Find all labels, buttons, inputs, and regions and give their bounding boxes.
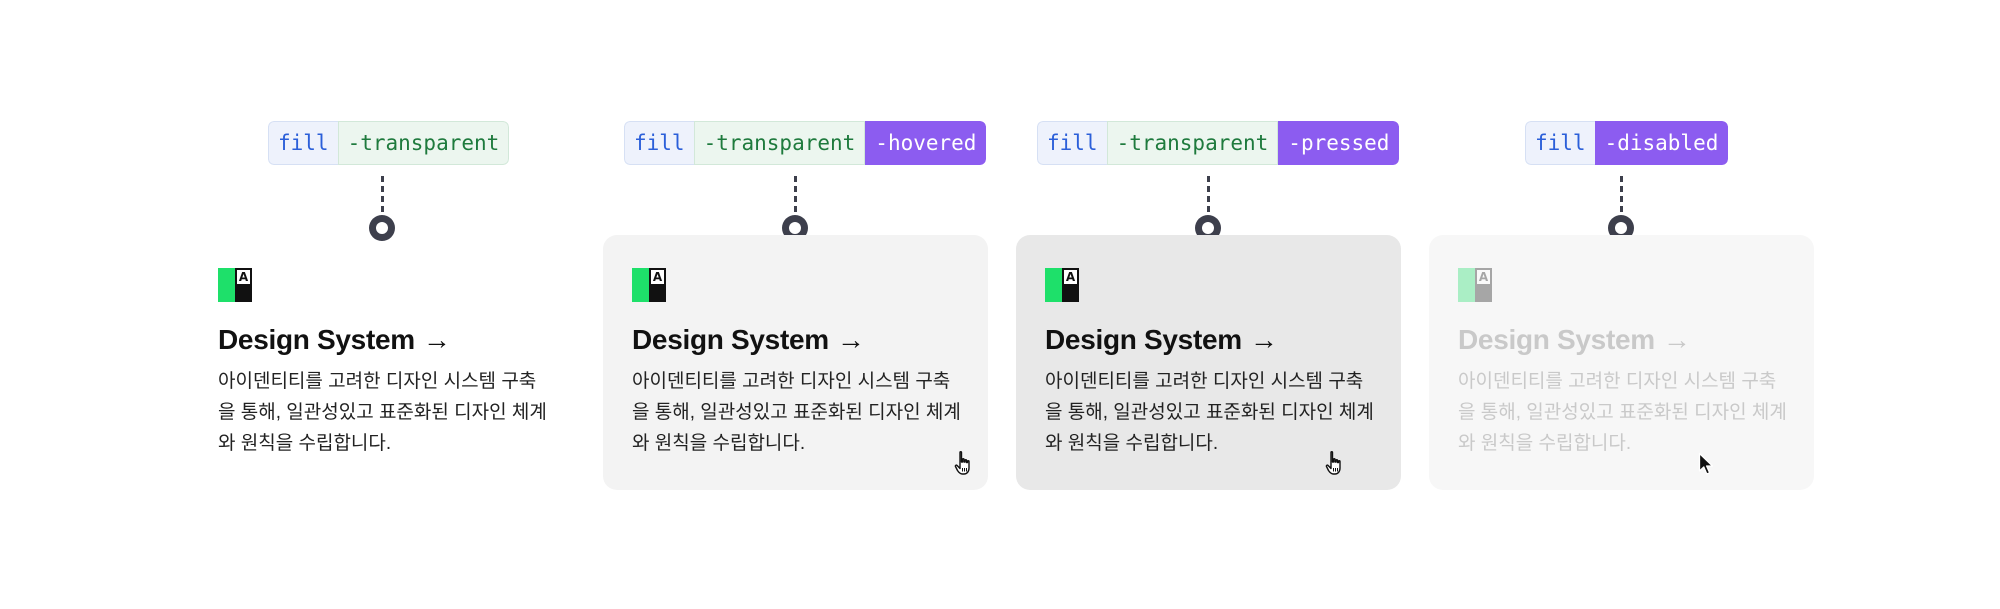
design-system-logo-icon: A (1045, 268, 1079, 302)
token-fill: fill (1525, 121, 1595, 165)
card-pressed[interactable]: A Design System → 아이덴티티를 고려한 디자인 시스템 구축을 … (1016, 235, 1401, 490)
card-title: Design System → (1045, 322, 1278, 358)
token-tag: fill -transparent -pressed (1037, 121, 1400, 165)
token-state: -pressed (1278, 121, 1400, 165)
card-title: Design System → (632, 322, 865, 358)
hand-pointer-icon (1325, 450, 1341, 475)
token-tag: fill -disabled (1525, 121, 1729, 165)
card-hovered[interactable]: A Design System → 아이덴티티를 고려한 디자인 시스템 구축을 … (603, 235, 988, 490)
token-fill: fill (624, 121, 694, 165)
card-disabled: A Design System → 아이덴티티를 고려한 디자인 시스템 구축을 … (1429, 235, 1814, 490)
card-title-text: Design System (1458, 324, 1655, 355)
connector-line (380, 176, 384, 212)
token-modifier: -transparent (1106, 121, 1279, 165)
card-description: 아이덴티티를 고려한 디자인 시스템 구축을 통해, 일관성있고 표준화된 디자… (218, 371, 547, 454)
card-description: 아이덴티티를 고려한 디자인 시스템 구축을 통해, 일관성있고 표준화된 디자… (1458, 371, 1787, 454)
token-state: -hovered (865, 121, 987, 165)
arrow-right-icon: → (422, 324, 451, 355)
card-title-text: Design System (1045, 324, 1242, 355)
design-system-logo-icon: A (218, 268, 252, 302)
card-description: 아이덴티티를 고려한 디자인 시스템 구축을 통해, 일관성있고 표준화된 디자… (632, 371, 961, 454)
token-modifier: -transparent (693, 121, 866, 165)
arrow-right-icon: → (836, 324, 865, 355)
token-modifier: -transparent (337, 121, 510, 165)
token-tag: fill -transparent -hovered (624, 121, 987, 165)
arrow-right-icon: → (1662, 324, 1691, 355)
token-fill: fill (1037, 121, 1107, 165)
card-title-text: Design System (218, 324, 415, 355)
connector-line (1619, 176, 1623, 212)
design-system-logo-icon: A (1458, 268, 1492, 302)
token-state: -disabled (1594, 121, 1729, 165)
logo-letter: A (1477, 270, 1490, 284)
connector-line (793, 176, 797, 212)
logo-letter: A (237, 270, 250, 284)
card-title: Design System → (218, 322, 451, 358)
arrow-right-icon: → (1249, 324, 1278, 355)
card-default[interactable]: A Design System → 아이덴티티를 고려한 디자인 시스템 구축을 … (189, 235, 574, 490)
design-system-logo-icon: A (632, 268, 666, 302)
card-description: 아이덴티티를 고려한 디자인 시스템 구축을 통해, 일관성있고 표준화된 디자… (1045, 371, 1374, 454)
connector-line (1206, 176, 1210, 212)
logo-letter: A (651, 270, 664, 284)
hand-pointer-icon (954, 450, 970, 475)
arrow-pointer-icon (1698, 452, 1714, 475)
token-fill: fill (268, 121, 338, 165)
token-tag: fill -transparent (268, 121, 510, 165)
logo-letter: A (1064, 270, 1077, 284)
card-title: Design System → (1458, 322, 1691, 358)
card-title-text: Design System (632, 324, 829, 355)
